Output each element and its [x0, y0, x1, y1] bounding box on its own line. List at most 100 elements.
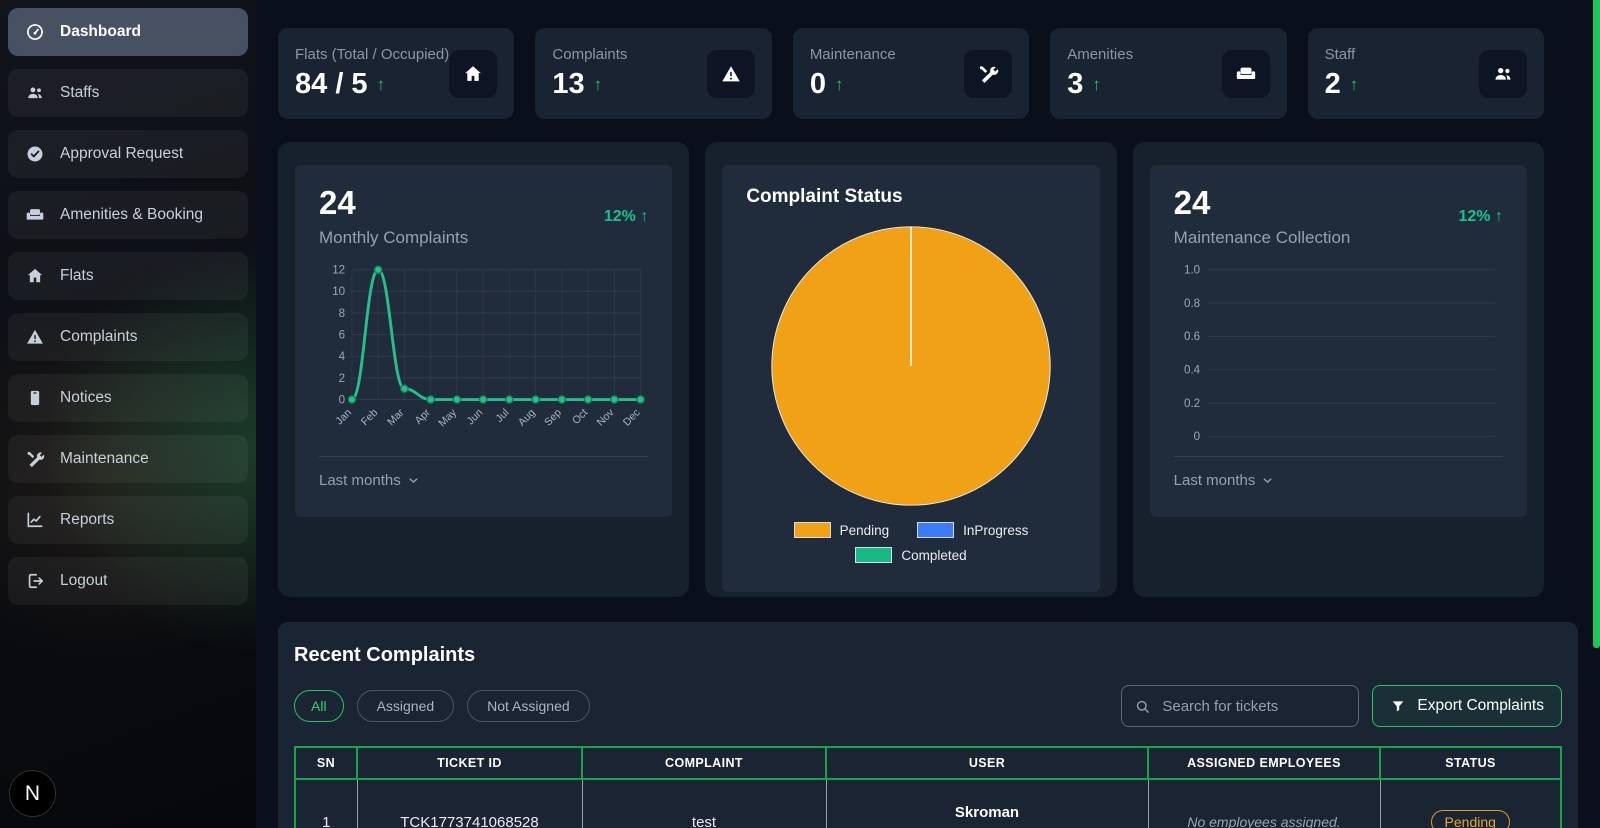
svg-text:Sep: Sep — [542, 407, 564, 429]
sidebar-item-flats[interactable]: Flats — [8, 252, 248, 300]
home-icon — [25, 266, 45, 286]
check-circle-icon — [25, 144, 45, 164]
dropdown-label: Last months — [1173, 472, 1256, 489]
sidebar-item-complaints[interactable]: Complaints — [8, 313, 248, 361]
cell-assigned-employees: No employees assigned. — [1147, 778, 1381, 828]
filter-all-button[interactable]: All — [294, 690, 344, 722]
maintenance-collection-value: 24 — [1173, 184, 1211, 221]
sidebar-item-label: Staffs — [60, 84, 100, 101]
tools-icon — [977, 63, 999, 85]
notice-icon — [25, 388, 45, 408]
svg-text:Feb: Feb — [359, 407, 381, 429]
gauge-icon — [25, 22, 45, 42]
legend-label: Completed — [901, 547, 967, 563]
logout-icon — [25, 571, 45, 591]
sidebar-item-amenities-booking[interactable]: Amenities & Booking — [8, 191, 248, 239]
sidebar-item-staffs[interactable]: Staffs — [8, 69, 248, 117]
trend-up-arrow: ↑ — [834, 74, 844, 94]
table-row[interactable]: 1 TCK1773741068528 test Skroman skroman-… — [294, 778, 1562, 828]
stat-card-maintenance: Maintenance 0 ↑ — [792, 28, 1030, 119]
sidebar-item-label: Maintenance — [60, 450, 149, 467]
legend-item: Pending — [793, 522, 890, 538]
legend-item: Completed — [855, 547, 967, 563]
legend-label: Pending — [839, 522, 890, 538]
page-scrollbar-thumb[interactable] — [1593, 0, 1600, 648]
stat-value: 13 — [552, 68, 585, 100]
monthly-complaints-change: 12% ↑ — [603, 208, 649, 225]
recent-complaints-panel: Recent Complaints All Assigned Not Assig… — [278, 622, 1578, 828]
stat-label: Maintenance — [809, 46, 896, 63]
sidebar-item-label: Complaints — [60, 328, 138, 345]
sidebar-item-logout[interactable]: Logout — [8, 557, 248, 605]
cell-ticket-id: TCK1773741068528 — [356, 778, 583, 828]
sidebar-item-maintenance[interactable]: Maintenance — [8, 435, 248, 483]
trend-up-arrow: ↑ — [1092, 74, 1101, 94]
maintenance-collection-card: 24 Maintenance Collection 12% ↑ 0 0.2 0.4 0… — [1132, 142, 1544, 597]
svg-text:4: 4 — [339, 350, 346, 363]
svg-text:Aug: Aug — [516, 407, 538, 429]
tools-icon — [25, 449, 45, 469]
sidebar-item-approval-request[interactable]: Approval Request — [8, 130, 248, 178]
export-complaints-button[interactable]: Export Complaints — [1372, 685, 1562, 727]
svg-text:Jun: Jun — [465, 407, 486, 428]
sidebar-item-label: Amenities & Booking — [60, 206, 204, 223]
svg-text:Mar: Mar — [385, 406, 407, 428]
stat-card-staff: Staff 2 ↑ — [1307, 28, 1545, 119]
svg-text:Jan: Jan — [333, 407, 354, 428]
stat-icon-box — [1479, 49, 1528, 98]
svg-text:May: May — [436, 406, 459, 429]
monthly-complaints-value: 24 — [319, 184, 356, 221]
svg-text:0: 0 — [339, 393, 345, 406]
stat-label: Flats (Total / Occupied) — [295, 46, 450, 63]
cell-status: Pending — [1379, 778, 1562, 828]
last-months-dropdown[interactable]: Last months — [1174, 472, 1275, 489]
chevron-down-icon — [407, 474, 420, 487]
col-assigned-employees: ASSIGNED EMPLOYEES — [1147, 746, 1381, 780]
sidebar-item-dashboard[interactable]: Dashboard — [8, 8, 248, 56]
stat-label: Amenities — [1067, 46, 1134, 63]
export-label: Export Complaints — [1417, 697, 1544, 714]
couch-icon — [1235, 63, 1257, 85]
logo-letter: N — [24, 781, 41, 805]
filter-assigned-button[interactable]: Assigned — [356, 690, 455, 722]
sidebar-item-label: Dashboard — [60, 23, 141, 40]
divider — [1173, 456, 1503, 457]
last-months-dropdown[interactable]: Last months — [319, 472, 420, 489]
users-icon — [25, 83, 45, 103]
sidebar-item-label: Flats — [60, 267, 94, 284]
legend-item: InProgress — [917, 522, 1028, 538]
sidebar-item-notices[interactable]: Notices — [8, 374, 248, 422]
col-complaint: COMPLAINT — [581, 746, 827, 780]
stats-row: Flats (Total / Occupied) 84 / 5 ↑ Compla… — [278, 28, 1545, 119]
cell-sn: 1 — [294, 778, 358, 828]
nextjs-logo[interactable]: N — [9, 770, 56, 817]
sidebar-item-label: Logout — [60, 572, 108, 589]
svg-text:2: 2 — [339, 372, 345, 385]
maintenance-collection-change: 12% ↑ — [1458, 208, 1503, 225]
maintenance-collection-chart: 0 0.2 0.4 0.6 0.8 1.0 — [1184, 264, 1496, 443]
stat-value: 3 — [1067, 68, 1084, 100]
svg-text:10: 10 — [332, 285, 345, 298]
sidebar: Dashboard Staffs Approval Request Amenit… — [0, 0, 256, 828]
svg-text:0.8: 0.8 — [1184, 297, 1200, 310]
monthly-complaints-card: 24 Monthly Complaints 12% ↑ 0 2 4 6 8 10 12 Jan… — [278, 142, 690, 597]
stat-icon-box — [1221, 49, 1270, 98]
maintenance-collection-label: Maintenance Collection — [1173, 228, 1351, 247]
complaint-status-card: Complaint Status Pending InProgress Comple… — [705, 142, 1117, 597]
sidebar-item-label: Approval Request — [60, 145, 184, 162]
svg-text:12: 12 — [332, 264, 345, 277]
stat-icon-box — [706, 49, 755, 98]
home-icon — [462, 63, 484, 85]
sidebar-item-reports[interactable]: Reports — [8, 496, 248, 544]
search-input[interactable] — [1160, 696, 1347, 716]
table-header-row: SN TICKET ID COMPLAINT USER ASSIGNED EMP… — [294, 746, 1562, 780]
stat-label: Staff — [1324, 46, 1356, 63]
svg-text:0.6: 0.6 — [1184, 330, 1200, 343]
stat-icon-box — [449, 49, 498, 98]
warning-icon — [720, 63, 742, 85]
users-icon — [1492, 63, 1514, 85]
stat-value: 0 — [809, 68, 826, 100]
svg-text:0.4: 0.4 — [1184, 364, 1201, 377]
col-user: USER — [825, 746, 1149, 780]
filter-not-assigned-button[interactable]: Not Assigned — [467, 690, 590, 722]
